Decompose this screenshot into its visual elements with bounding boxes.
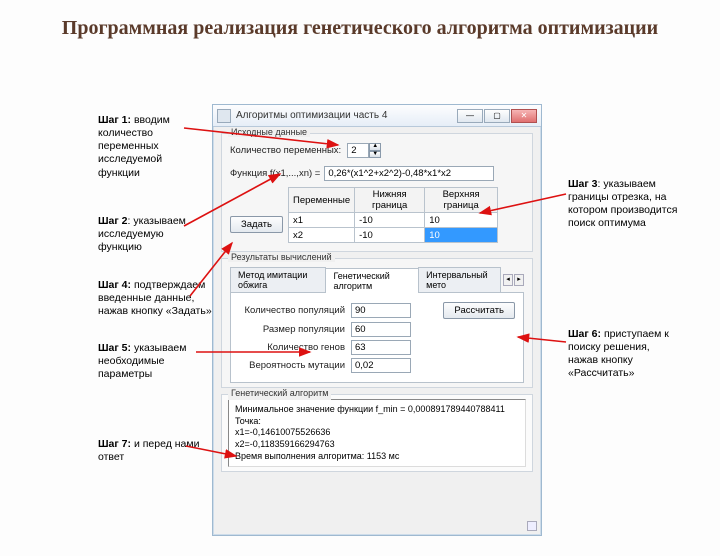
cell-lower[interactable]: -10 (355, 228, 425, 243)
result-line: x2=-0,118359166294763 (235, 439, 519, 451)
tabs: Метод имитации обжига Генетический алгор… (230, 267, 524, 293)
annot-step1: Шаг 1: вводим количество переменных иссл… (98, 114, 206, 180)
pop-size-input[interactable] (351, 322, 411, 337)
function-label: Функция f(x1,...,xn) = (230, 168, 320, 179)
variables-table: Переменные Нижняя граница Верхняя границ… (288, 187, 498, 243)
input-data-group: Исходные данные Количество переменных: ▲… (221, 133, 533, 252)
result-output-text: Минимальное значение функции f_min = 0,0… (228, 399, 526, 467)
table-header-row: Переменные Нижняя граница Верхняя границ… (289, 188, 498, 213)
mut-prob-label: Вероятность мутации (239, 360, 351, 371)
mut-prob-input[interactable] (351, 358, 411, 373)
pop-count-input[interactable] (351, 303, 411, 318)
result-output-title: Генетический алгоритм (228, 388, 331, 400)
cell-var[interactable]: x2 (289, 228, 355, 243)
calculate-button[interactable]: Рассчитать (443, 302, 515, 319)
var-count-label: Количество переменных: (230, 145, 341, 156)
results-group-title: Результаты вычислений (228, 252, 335, 262)
close-button[interactable]: ✕ (511, 109, 537, 123)
result-output-group: Генетический алгоритм Минимальное значен… (221, 394, 533, 472)
tab-scroll-left-icon[interactable]: ◂ (503, 274, 513, 286)
input-group-title: Исходные данные (228, 127, 310, 137)
minimize-button[interactable]: — (457, 109, 483, 123)
tab-sim-annealing[interactable]: Метод имитации обжига (230, 267, 326, 292)
resize-grip-icon[interactable] (527, 521, 537, 531)
slide-title: Программная реализация генетического алг… (0, 16, 720, 40)
gene-count-label: Количество генов (239, 342, 351, 353)
app-icon (217, 109, 231, 123)
result-line: Точка: (235, 416, 519, 428)
tab-body: Количество популяций Рассчитать Размер п… (230, 293, 524, 383)
col-upper: Верхняя граница (425, 188, 498, 213)
app-window: Алгоритмы оптимизации часть 4 — ▢ ✕ Исхо… (212, 104, 542, 536)
col-var: Переменные (289, 188, 355, 213)
set-button[interactable]: Задать (230, 216, 283, 233)
spin-up-icon[interactable]: ▲ (369, 143, 381, 151)
var-count-input[interactable] (347, 143, 369, 158)
pop-count-label: Количество популяций (239, 305, 351, 316)
results-group: Результаты вычислений Метод имитации обж… (221, 258, 533, 388)
tab-interval[interactable]: Интервальный мето (418, 267, 501, 292)
annot-step5: Шаг 5: указываем необходимые параметры (98, 342, 210, 381)
result-line: Минимальное значение функции f_min = 0,0… (235, 404, 519, 416)
maximize-button[interactable]: ▢ (484, 109, 510, 123)
tab-genetic[interactable]: Генетический алгоритм (325, 268, 419, 293)
result-line: Время выполнения алгоритма: 1153 мс (235, 451, 519, 463)
annot-step2: Шаг 2: указываем исследуемую функцию (98, 215, 210, 254)
table-row[interactable]: x1 -10 10 (289, 213, 498, 228)
gene-count-input[interactable] (351, 340, 411, 355)
cell-upper-selected[interactable]: 10 (425, 228, 498, 243)
cell-var[interactable]: x1 (289, 213, 355, 228)
annot-step4: Шаг 4: подтверждаем введенные данные, на… (98, 279, 212, 318)
annot-step7: Шаг 7: и перед нами ответ (98, 438, 210, 464)
annot-step3: Шаг 3: указываем границы отрезка, на кот… (568, 178, 688, 231)
titlebar[interactable]: Алгоритмы оптимизации часть 4 — ▢ ✕ (213, 105, 541, 127)
window-title: Алгоритмы оптимизации часть 4 (236, 110, 457, 121)
result-line: x1=-0,14610075526636 (235, 427, 519, 439)
col-lower: Нижняя граница (355, 188, 425, 213)
spin-down-icon[interactable]: ▼ (369, 151, 381, 159)
cell-lower[interactable]: -10 (355, 213, 425, 228)
annot-step6: Шаг 6: приступаем к поиску решения, нажа… (568, 328, 678, 381)
tab-scroll-right-icon[interactable]: ▸ (514, 274, 524, 286)
cell-upper[interactable]: 10 (425, 213, 498, 228)
table-row[interactable]: x2 -10 10 (289, 228, 498, 243)
pop-size-label: Размер популяции (239, 324, 351, 335)
function-input[interactable] (324, 166, 494, 181)
